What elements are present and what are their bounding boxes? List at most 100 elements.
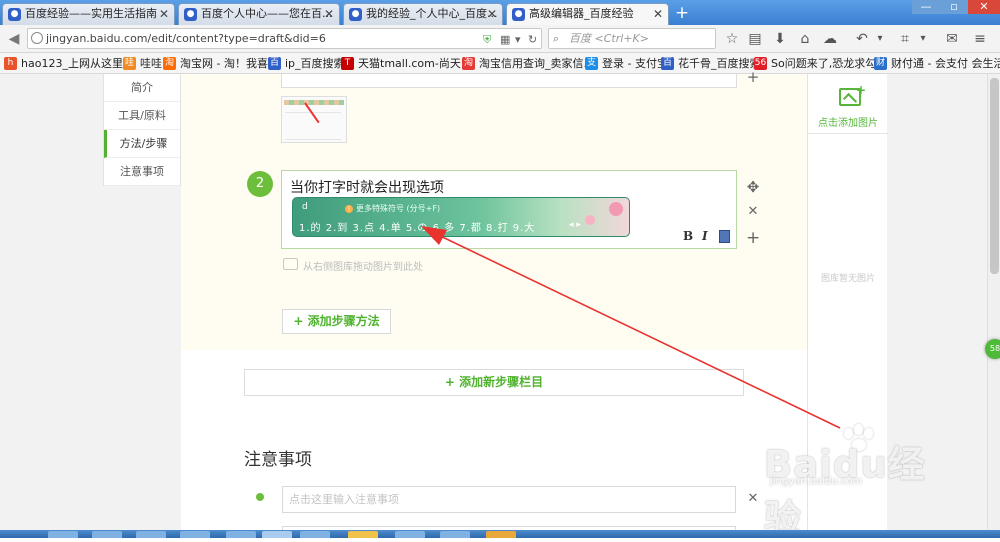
bookmark-ip-baidu[interactable]: 百 ip_百度搜索 (268, 55, 345, 72)
bookmark-tenpay[interactable]: 财 财付通 - 会支付 会生活 (874, 55, 1000, 72)
sidebar-item-tools[interactable]: 工具/原料 (104, 102, 180, 130)
add-step-icon[interactable]: + (746, 68, 760, 86)
bookmark-label: 天猫tmall.com-尚天... (358, 57, 472, 70)
close-window-button[interactable]: ✕ (968, 0, 1000, 14)
taskbar-app[interactable] (486, 531, 516, 538)
crop-icon[interactable]: ⌗ (895, 29, 915, 49)
tab-my-jingyan[interactable]: ● 我的经验_个人中心_百度... ✕ (343, 3, 503, 25)
taskbar-app-active[interactable] (262, 531, 292, 538)
steps-section: + 2 当你打字时就会出现选项 d ! 更多特殊符号 (分号+F) 1.的 2.到… (181, 68, 807, 350)
bookmark-alipay[interactable]: 支 登录 - 支付宝 (585, 55, 668, 72)
taskbar-app[interactable] (395, 531, 425, 538)
taskbar-app[interactable] (92, 531, 122, 538)
menu-icon[interactable]: ≡ (970, 29, 990, 49)
tab-baidu-jingyan-home[interactable]: ● 百度经验——实用生活指南 ✕ (2, 3, 175, 25)
crop-dropdown-icon[interactable]: ▾ (913, 29, 933, 49)
bookmark-star-icon[interactable]: ☆ (722, 29, 742, 49)
baidu-paw-icon: ● (512, 8, 525, 21)
bookmark-label: ip_百度搜索 (285, 57, 345, 70)
page-scrollbar[interactable] (987, 74, 1000, 530)
chat-icon[interactable]: ☁ (820, 29, 840, 49)
bookmark-label: So问题来了,恐龙求勾... (771, 57, 887, 70)
taskbar-app[interactable] (348, 531, 378, 538)
flower-decoration-icon (609, 202, 623, 216)
bookmarks-bar: h hao123_上网从这里... 哇 哇哇 淘 淘宝网 - 淘！我喜欢 百 i… (0, 53, 1000, 74)
sidebar-item-intro[interactable]: 简介 (104, 74, 180, 102)
taskbar-app[interactable] (136, 531, 166, 538)
ime-hint: ! 更多特殊符号 (分号+F) (345, 203, 440, 214)
reading-list-icon[interactable]: ▤ (745, 29, 765, 49)
navigation-toolbar: ◀ jingyan.baidu.com/edit/content?type=dr… (0, 25, 1000, 53)
move-icon[interactable]: ✥ (746, 178, 760, 196)
taskbar-app[interactable] (180, 531, 210, 538)
bookmark-wawa[interactable]: 哇 哇哇 (123, 55, 162, 72)
tab-baidu-personal-center[interactable]: ● 百度个人中心——您在百... ✕ (178, 3, 340, 25)
tab-advanced-editor[interactable]: ● 高级编辑器_百度经验 ✕ (506, 3, 669, 26)
message-icon[interactable]: ✉ (942, 29, 962, 49)
image-icon (283, 258, 298, 270)
taskbar-app[interactable] (440, 531, 470, 538)
undo-icon[interactable]: ↶ (852, 29, 872, 49)
undo-dropdown-icon[interactable]: ▾ (870, 29, 890, 49)
italic-button[interactable]: I (702, 229, 708, 243)
ime-candidates[interactable]: 1.的 2.到 3.点 4.单 5.の 6.多 7.都 8.打 9.大 (299, 219, 535, 234)
baidu-paw-icon: ● (349, 8, 362, 21)
bold-button[interactable]: B (683, 229, 693, 243)
new-tab-button[interactable]: + (672, 3, 692, 23)
sidebar-item-steps[interactable]: 方法/步骤 (104, 130, 180, 158)
download-icon[interactable]: ⬇ (770, 29, 790, 49)
bookmark-hao123[interactable]: h hao123_上网从这里... (4, 55, 133, 72)
add-step-icon[interactable]: + (746, 228, 760, 248)
close-icon[interactable]: ✕ (487, 4, 497, 24)
qr-code-icon[interactable]: ▦ (500, 30, 510, 49)
scrollbar-thumb[interactable] (990, 78, 999, 274)
ime-hint-text: 更多特殊符号 (分号+F) (356, 204, 441, 213)
step-image-thumbnail[interactable] (281, 96, 347, 143)
step-text-editor[interactable]: 当你打字时就会出现选项 d ! 更多特殊符号 (分号+F) 1.的 2.到 3.点… (281, 170, 737, 249)
reload-icon[interactable]: ↻ (528, 30, 537, 49)
editor-main: + 2 当你打字时就会出现选项 d ! 更多特殊符号 (分号+F) 1.的 2.到… (181, 68, 807, 536)
watermark-brand: Baidu经验 (764, 443, 926, 540)
drag-hint-text: 从右侧图库拖动图片到此处 (303, 262, 423, 273)
taskbar-app[interactable] (48, 531, 78, 538)
taobao-icon: 淘 (163, 57, 176, 70)
back-icon[interactable]: ◀ (5, 30, 23, 48)
add-method-button[interactable]: + 添加步骤方法 (282, 309, 391, 334)
taskbar-app[interactable] (226, 531, 256, 538)
delete-step-icon[interactable]: ✕ (746, 204, 760, 219)
sidebar-item-notes[interactable]: 注意事项 (104, 158, 180, 186)
restore-button[interactable]: ▫ (940, 0, 968, 14)
bookmark-56[interactable]: 56 So问题来了,恐龙求勾... (754, 55, 887, 72)
close-icon[interactable]: ✕ (159, 4, 169, 24)
ime-page-arrows-icon[interactable]: ◂ ▸ (569, 220, 581, 230)
step-number-badge: 2 (247, 171, 273, 197)
close-icon[interactable]: ✕ (324, 4, 334, 24)
floating-assistant-badge[interactable]: 58 (985, 339, 1000, 359)
bookmark-tmall[interactable]: T 天猫tmall.com-尚天... (341, 55, 471, 72)
home-icon[interactable]: ⌂ (795, 29, 815, 49)
flower-decoration-icon (585, 215, 595, 225)
note-input[interactable]: 点击这里输入注意事项 (282, 486, 736, 513)
delete-note-icon[interactable]: ✕ (746, 491, 760, 506)
dropdown-arrow-icon[interactable]: ▾ (515, 30, 521, 49)
step-text: 当你打字时就会出现选项 (290, 180, 444, 196)
watermark-url: jingyan.baidu.com (770, 476, 863, 487)
minimize-button[interactable]: — (912, 0, 940, 14)
close-icon[interactable]: ✕ (653, 4, 663, 24)
alipay-icon: 支 (585, 57, 598, 70)
note-bullet-icon (256, 493, 264, 501)
add-step-section-button[interactable]: + 添加新步骤栏目 (244, 369, 744, 396)
insert-video-icon[interactable] (719, 230, 730, 243)
hao123-icon: h (4, 57, 17, 70)
shield-icon[interactable]: ⛨ (483, 30, 491, 49)
add-image-button[interactable]: + 点击添加图片 (808, 74, 888, 134)
search-box[interactable]: ⌕ 百度 <Ctrl+K> (548, 28, 716, 49)
bookmark-taobao[interactable]: 淘 淘宝网 - 淘！我喜欢 (163, 55, 279, 72)
bookmark-taobao-credit[interactable]: 淘 淘宝信用查询_卖家信... (462, 55, 594, 72)
previous-step-editor[interactable] (281, 74, 737, 88)
address-bar[interactable]: jingyan.baidu.com/edit/content?type=draf… (27, 28, 542, 49)
plus-icon: + (856, 83, 867, 97)
taskbar-app[interactable] (300, 531, 330, 538)
ime-logo-icon: d (302, 202, 308, 212)
ime-candidate-window[interactable]: d ! 更多特殊符号 (分号+F) 1.的 2.到 3.点 4.单 5.の 6.多… (292, 197, 630, 237)
